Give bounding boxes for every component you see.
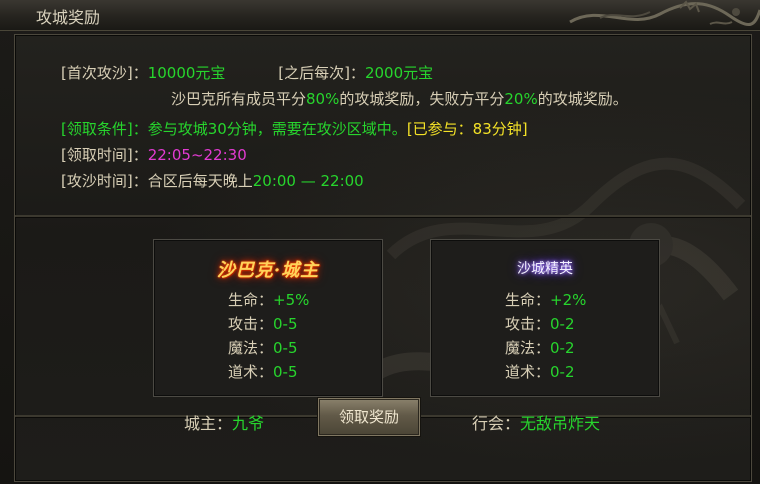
siege-time-label: [攻沙时间]：	[61, 172, 148, 190]
split-text-1: 沙巴克所有成员平分	[171, 90, 307, 108]
guild-label: 行会：	[472, 414, 521, 433]
stat-key: 生命：	[228, 291, 274, 309]
siege-reward-window: 攻城奖励 [首次攻沙]：10000元宝 [之后每次]：2000元宝 沙巴克所有成…	[0, 0, 760, 484]
split-text-2: 的攻城奖励，失败方平分	[339, 90, 505, 108]
split-description: 沙巴克所有成员平分80%的攻城奖励，失败方平分20%的攻城奖励。	[171, 89, 628, 109]
claim-time-value: 22:05~22:30	[147, 146, 247, 164]
split-pct-2: 20%	[504, 90, 538, 108]
divider-top	[15, 215, 751, 218]
title-bar[interactable]: 攻城奖励	[0, 0, 760, 31]
stat-value: 0-5	[273, 363, 298, 381]
split-text-3: 的攻城奖励。	[537, 90, 628, 108]
first-siege-row: [首次攻沙]：10000元宝 [之后每次]：2000元宝	[61, 63, 433, 83]
after-siege-label: [之后每次]：	[278, 64, 365, 82]
claim-time-label: [领取时间]：	[61, 146, 148, 164]
stat-key: 生命：	[505, 291, 551, 309]
stat-value: 0-5	[273, 339, 298, 357]
stat-value: 0-5	[273, 315, 298, 333]
stat-row: 攻击：0-5	[228, 314, 298, 334]
elite-bonus-panel: 沙城精英 生命：+2% 攻击：0-2 魔法：0-2 道术：0-2	[430, 239, 660, 397]
stat-row: 道术：0-5	[228, 362, 298, 382]
stat-key: 魔法：	[505, 339, 551, 357]
siege-time-value: 20:00 — 22:00	[252, 172, 364, 190]
stat-key: 魔法：	[228, 339, 274, 357]
stat-row: 魔法：0-5	[228, 338, 298, 358]
stat-row: 道术：0-2	[505, 362, 575, 382]
split-pct-1: 80%	[306, 90, 340, 108]
stat-value: +2%	[550, 291, 587, 309]
lord-name: 九爷	[232, 414, 265, 433]
stat-key: 攻击：	[505, 315, 551, 333]
lord-panel-title: 沙巴克·城主	[216, 260, 320, 281]
stat-key: 道术：	[228, 363, 274, 381]
first-siege-value: 10000元宝	[147, 64, 226, 82]
lord-info: 城主：九爷	[184, 410, 264, 434]
window-title: 攻城奖励	[36, 8, 101, 27]
claim-time-row: [领取时间]：22:05~22:30	[61, 145, 247, 165]
condition-row: [领取条件]：参与攻城30分钟，需要在攻沙区域中。[已参与：83分钟]	[61, 119, 528, 139]
guild-info: 行会：无敌吊炸天	[472, 410, 600, 434]
stat-key: 攻击：	[228, 315, 274, 333]
guild-name: 无敌吊炸天	[520, 414, 601, 433]
stat-key: 道术：	[505, 363, 551, 381]
stat-value: +5%	[273, 291, 310, 309]
after-siege-value: 2000元宝	[364, 64, 434, 82]
first-siege-label: [首次攻沙]：	[61, 64, 148, 82]
lord-bonus-panel: 沙巴克·城主 生命：+5% 攻击：0-5 魔法：0-5 道术：0-5	[153, 239, 383, 397]
elite-panel-title: 沙城精英	[517, 261, 573, 277]
stat-value: 0-2	[550, 363, 575, 381]
dragon-ornament-icon	[569, 0, 760, 26]
stat-row: 魔法：0-2	[505, 338, 575, 358]
stat-row: 攻击：0-2	[505, 314, 575, 334]
condition-value: 参与攻城30分钟，需要在攻沙区域中。	[147, 120, 407, 138]
stat-row: 生命：+5%	[228, 290, 309, 310]
siege-time-row: [攻沙时间]：合区后每天晚上20:00 — 22:00	[61, 171, 364, 191]
condition-label: [领取条件]：	[61, 120, 148, 138]
stat-value: 0-2	[550, 315, 575, 333]
lord-label: 城主：	[184, 414, 233, 433]
siege-time-prefix: 合区后每天晚上	[147, 172, 253, 190]
stat-value: 0-2	[550, 339, 575, 357]
claim-reward-button[interactable]: 领取奖励	[318, 398, 420, 436]
stat-row: 生命：+2%	[505, 290, 586, 310]
participated-status: [已参与：83分钟]	[406, 120, 528, 138]
